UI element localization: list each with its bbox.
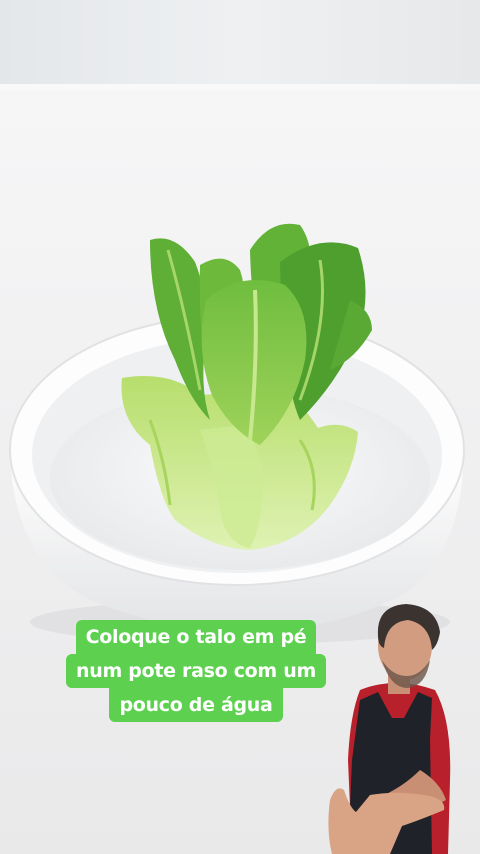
blurred-backdrop <box>0 0 480 84</box>
caption-line: pouco de água <box>109 688 283 722</box>
video-caption: Coloque o talo em pé num pote raso com u… <box>52 620 340 722</box>
caption-line: Coloque o talo em pé <box>75 620 317 654</box>
caption-line: num pote raso com um <box>66 654 326 688</box>
video-frame <box>0 0 480 854</box>
table-edge <box>0 84 480 90</box>
